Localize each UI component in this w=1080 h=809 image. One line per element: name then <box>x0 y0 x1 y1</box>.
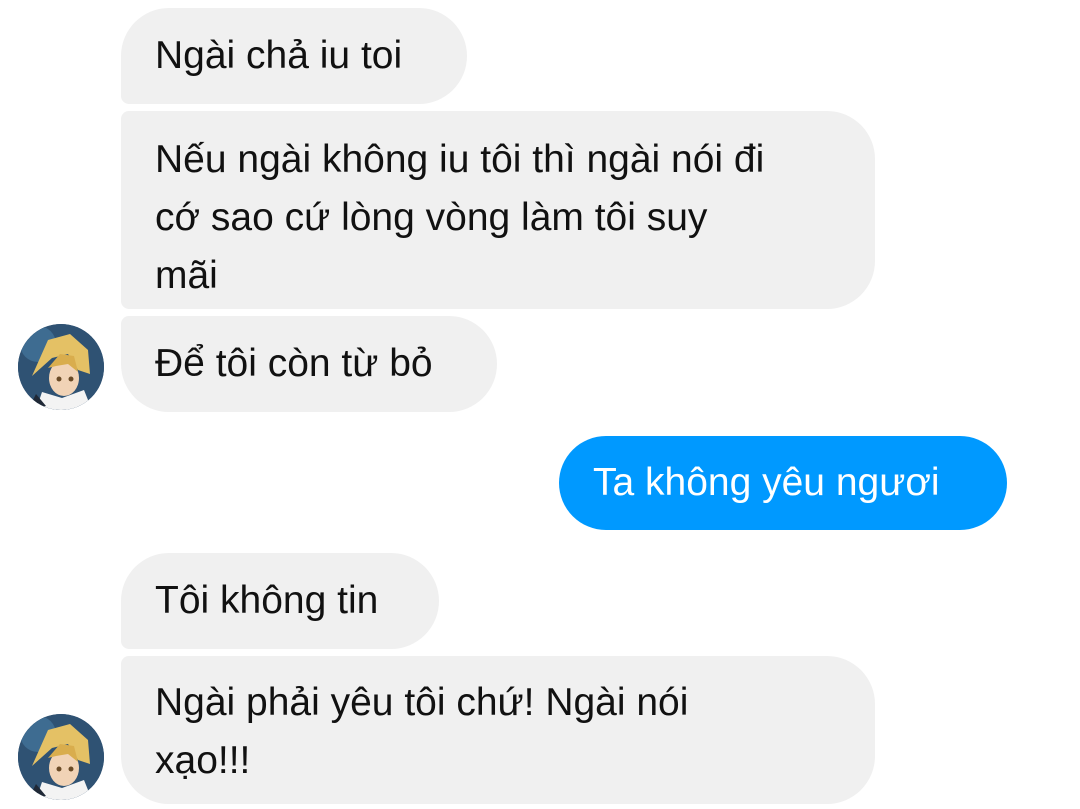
avatar-icon <box>18 714 104 800</box>
message-bubble-outgoing[interactable]: Ta không yêu ngươi <box>559 436 1007 530</box>
message-bubble-incoming[interactable]: Tôi không tin <box>121 553 439 649</box>
contact-avatar[interactable] <box>18 324 104 410</box>
message-bubble-incoming[interactable]: Để tôi còn từ bỏ <box>121 316 497 412</box>
message-bubble-incoming[interactable]: Ngài chả iu toi <box>121 8 467 104</box>
message-bubble-incoming[interactable]: Nếu ngài không iu tôi thì ngài nói đi cớ… <box>121 111 875 309</box>
contact-avatar[interactable] <box>18 714 104 800</box>
message-bubble-incoming[interactable]: Ngài phải yêu tôi chứ! Ngài nói xạo!!! <box>121 656 875 804</box>
avatar-icon <box>18 324 104 410</box>
